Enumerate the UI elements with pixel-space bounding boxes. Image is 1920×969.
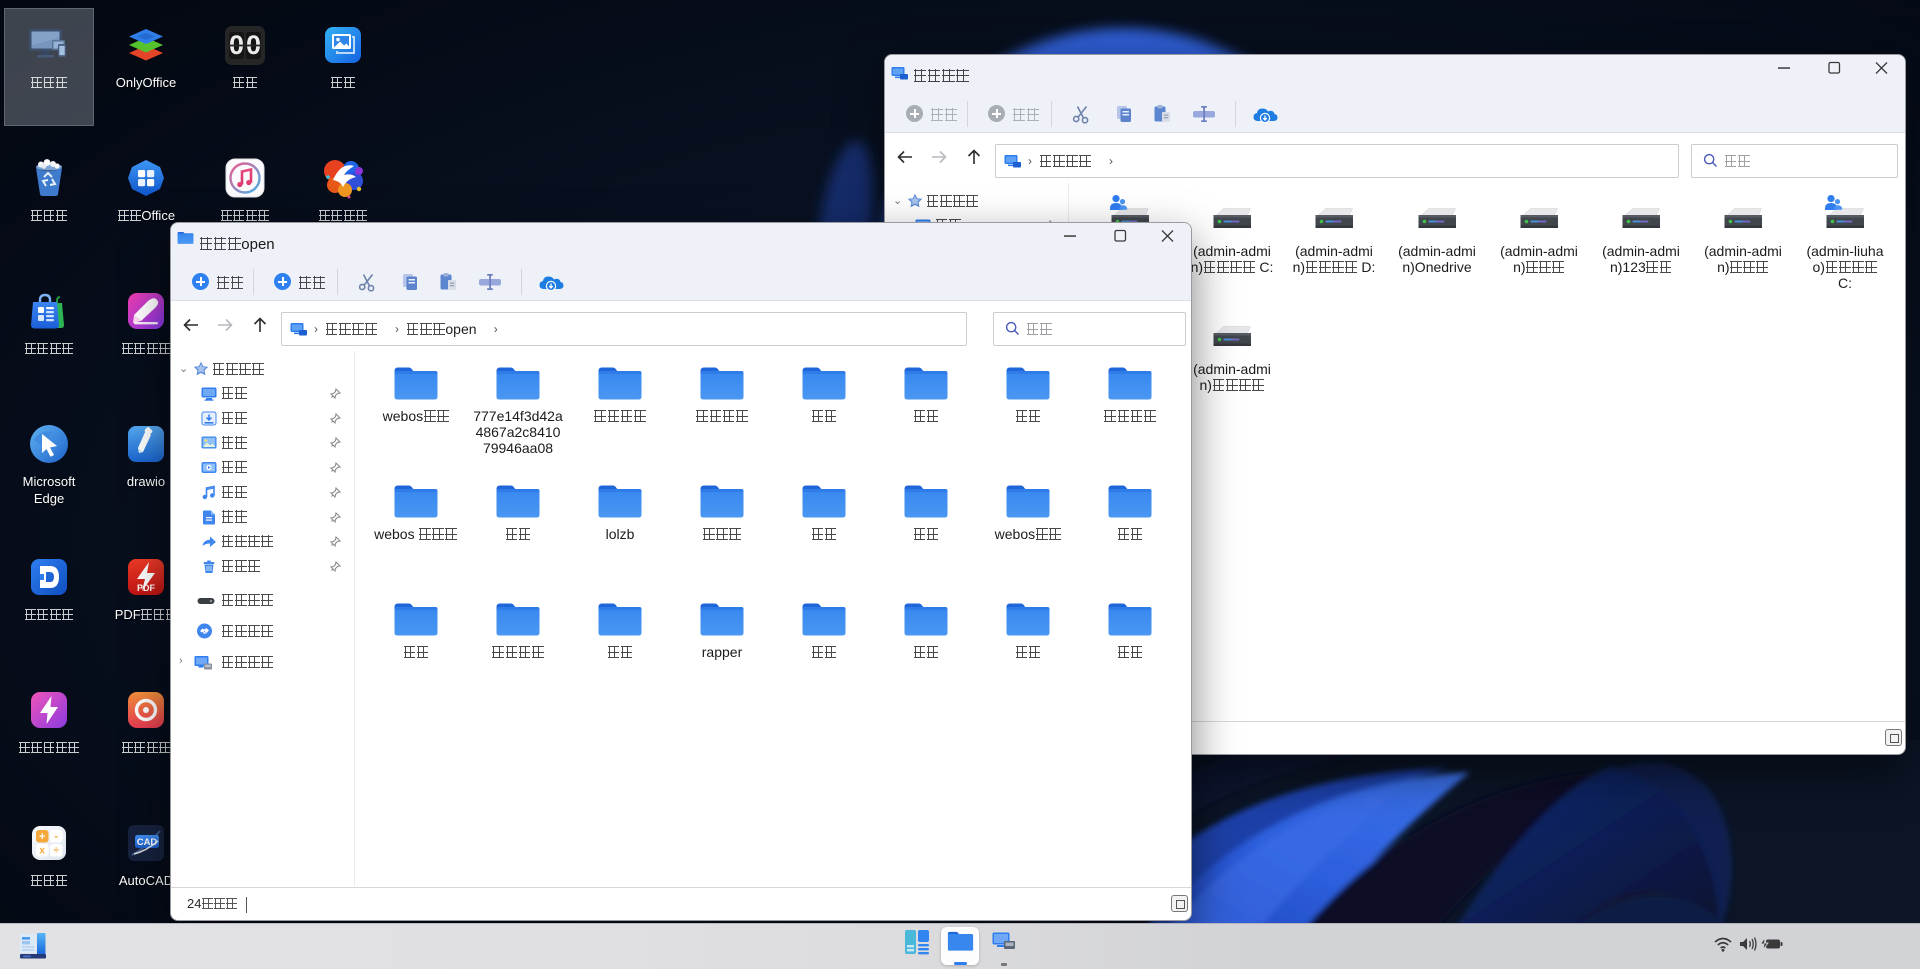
svg-text:-: - (54, 831, 58, 843)
svg-text:x: x (39, 846, 45, 857)
svg-text:÷: ÷ (53, 846, 59, 857)
svg-text:+: + (39, 831, 45, 843)
svg-text:PDF: PDF (137, 583, 156, 593)
svg-text:CAD: CAD (137, 837, 158, 848)
